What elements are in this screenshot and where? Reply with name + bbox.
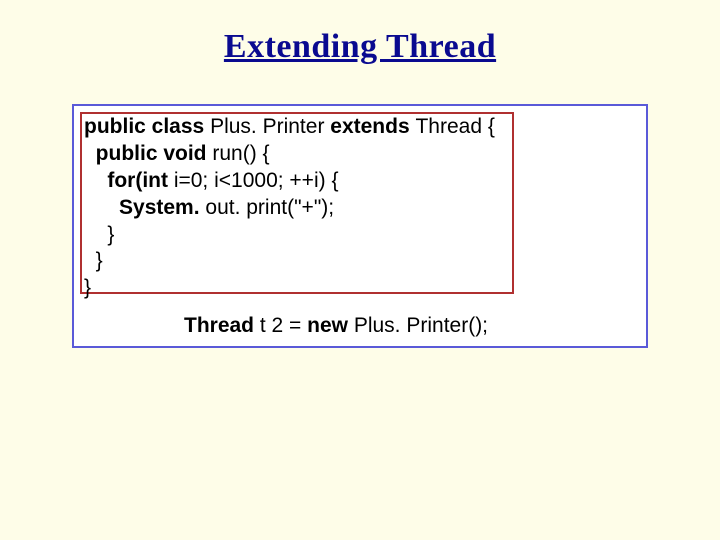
slide-title: Extending Thread — [50, 28, 670, 66]
ctor-call: Plus. Printer(); — [354, 314, 488, 337]
print-call: out. print("+"); — [205, 196, 334, 219]
kw-new: new — [307, 314, 354, 337]
code-line-2: public void run() { — [84, 141, 636, 168]
code-outer-box: public class Plus. Printer extends Threa… — [72, 104, 648, 348]
kw-public-class: public class — [84, 115, 210, 138]
kw-for-int: for(int — [84, 169, 174, 192]
for-cond: i=0; i<1000; ++i) { — [174, 169, 339, 192]
code-line-4: System. out. print("+"); — [84, 195, 636, 222]
method-run: run() { — [212, 142, 269, 165]
kw-system: System. — [84, 196, 205, 219]
kw-thread: Thread — [184, 314, 260, 337]
code-line-3: for(int i=0; i<1000; ++i) { — [84, 168, 636, 195]
code-block: public class Plus. Printer extends Threa… — [82, 112, 638, 304]
code-line-7: } — [84, 275, 636, 302]
code-line-1: public class Plus. Printer extends Threa… — [84, 114, 636, 141]
slide: Extending Thread public class Plus. Prin… — [0, 0, 720, 540]
super-name: Thread { — [415, 115, 494, 138]
code-line-6: } — [84, 248, 636, 275]
kw-public-void: public void — [84, 142, 212, 165]
code-line-5: } — [84, 222, 636, 249]
instantiate-line: Thread t 2 = new Plus. Printer(); — [184, 314, 488, 338]
code-area: public class Plus. Printer extends Threa… — [72, 104, 648, 348]
var-t2: t 2 = — [260, 314, 307, 337]
kw-extends: extends — [330, 115, 415, 138]
class-name: Plus. Printer — [210, 115, 330, 138]
